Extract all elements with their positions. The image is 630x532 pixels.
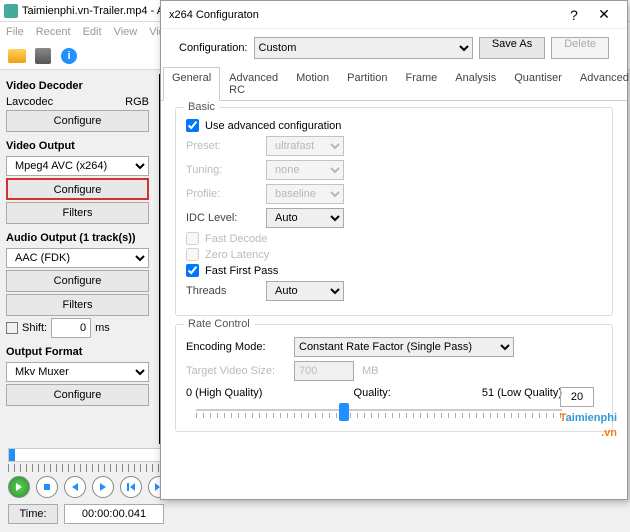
quality-low-label: 0 (High Quality)	[186, 387, 262, 399]
fast-first-checkbox[interactable]	[186, 264, 199, 277]
rgb-label: RGB	[125, 96, 149, 108]
ms-label: ms	[95, 322, 110, 334]
tab-advanced-rc[interactable]: Advanced RC	[220, 67, 287, 101]
muxer-select[interactable]: Mkv Muxer	[6, 362, 149, 382]
tab-general[interactable]: General	[163, 67, 220, 101]
open-button[interactable]	[6, 45, 28, 67]
configuration-label: Configuration:	[179, 42, 248, 54]
menu-file[interactable]: File	[6, 26, 24, 38]
disk-icon	[35, 48, 51, 64]
prev-key-button[interactable]	[120, 476, 142, 498]
menu-view[interactable]: View	[114, 26, 138, 38]
info-icon: i	[61, 48, 77, 64]
quality-high-label: 51 (Low Quality)	[482, 387, 562, 399]
output-format-heading: Output Format	[6, 346, 149, 358]
next-frame-button[interactable]	[92, 476, 114, 498]
save-button[interactable]	[32, 45, 54, 67]
shift-input[interactable]	[51, 318, 91, 338]
delete-button[interactable]: Delete	[551, 37, 609, 59]
shift-checkbox[interactable]	[6, 322, 18, 334]
rate-control-label: Rate Control	[184, 318, 254, 330]
profile-label: Profile:	[186, 188, 258, 200]
stop-button[interactable]	[36, 476, 58, 498]
idc-label: IDC Level:	[186, 212, 258, 224]
decoder-configure-button[interactable]: Configure	[6, 110, 149, 132]
threads-label: Threads	[186, 285, 258, 297]
dialog-title: x264 Configuraton	[169, 9, 259, 21]
play-button[interactable]	[8, 476, 30, 498]
preset-label: Preset:	[186, 140, 258, 152]
encoding-mode-select[interactable]: Constant Rate Factor (Single Pass)	[294, 337, 514, 357]
audio-output-heading: Audio Output (1 track(s))	[6, 232, 149, 244]
tab-motion[interactable]: Motion	[287, 67, 338, 101]
tab-analysis[interactable]: Analysis	[446, 67, 505, 101]
audio-filters-button[interactable]: Filters	[6, 294, 149, 316]
dialog-close-button[interactable]: ✕	[589, 6, 619, 23]
basic-label: Basic	[184, 101, 219, 113]
tab-advanced[interactable]: Advanced	[571, 67, 630, 101]
time-input[interactable]	[64, 504, 164, 524]
video-configure-button[interactable]: Configure	[6, 178, 149, 200]
prev-frame-button[interactable]	[64, 476, 86, 498]
x264-dialog: x264 Configuraton ? ✕ Configuration: Cus…	[160, 0, 628, 500]
basic-group: Basic Use advanced configuration Preset:…	[175, 107, 613, 316]
video-output-select[interactable]: Mpeg4 AVC (x264)	[6, 156, 149, 176]
watermark: Taimienphi .vn	[560, 404, 617, 439]
shift-label: Shift:	[22, 322, 47, 334]
time-label: Time:	[8, 504, 58, 524]
folder-icon	[8, 49, 26, 63]
video-decoder-heading: Video Decoder	[6, 80, 149, 92]
menu-recent[interactable]: Recent	[36, 26, 71, 38]
rate-control-group: Rate Control Encoding Mode:Constant Rate…	[175, 324, 613, 432]
mb-label: MB	[362, 365, 379, 377]
dialog-titlebar: x264 Configuraton ? ✕	[161, 1, 627, 29]
tuning-label: Tuning:	[186, 164, 258, 176]
save-as-button[interactable]: Save As	[479, 37, 545, 59]
configuration-select[interactable]: Custom	[254, 37, 473, 59]
zero-latency-checkbox	[186, 248, 199, 261]
video-filters-button[interactable]: Filters	[6, 202, 149, 224]
quality-slider[interactable]	[196, 401, 562, 421]
lavcodec-label: Lavcodec	[6, 96, 53, 108]
quality-label: Quality:	[354, 387, 391, 399]
menu-edit[interactable]: Edit	[83, 26, 102, 38]
tabbar: General Advanced RC Motion Partition Fra…	[161, 67, 627, 101]
use-advanced-checkbox[interactable]	[186, 119, 199, 132]
fast-first-label: Fast First Pass	[205, 265, 278, 277]
slider-thumb-icon[interactable]	[339, 403, 349, 421]
dialog-help-button[interactable]: ?	[559, 7, 589, 23]
target-size-input	[294, 361, 354, 381]
fast-decode-checkbox	[186, 232, 199, 245]
encoding-mode-label: Encoding Mode:	[186, 341, 286, 353]
muxer-configure-button[interactable]: Configure	[6, 384, 149, 406]
idc-select[interactable]: Auto	[266, 208, 344, 228]
target-size-label: Target Video Size:	[186, 365, 286, 377]
preset-select: ultrafast	[266, 136, 344, 156]
app-icon	[4, 4, 18, 18]
audio-configure-button[interactable]: Configure	[6, 270, 149, 292]
threads-select[interactable]: Auto	[266, 281, 344, 301]
tab-frame[interactable]: Frame	[396, 67, 446, 101]
info-button[interactable]: i	[58, 45, 80, 67]
tab-partition[interactable]: Partition	[338, 67, 396, 101]
use-advanced-label: Use advanced configuration	[205, 120, 341, 132]
fast-decode-label: Fast Decode	[205, 233, 267, 245]
audio-output-select[interactable]: AAC (FDK)	[6, 248, 149, 268]
tab-quantiser[interactable]: Quantiser	[505, 67, 571, 101]
zero-latency-label: Zero Latency	[205, 249, 269, 261]
tuning-select: none	[266, 160, 344, 180]
profile-select: baseline	[266, 184, 344, 204]
video-output-heading: Video Output	[6, 140, 149, 152]
